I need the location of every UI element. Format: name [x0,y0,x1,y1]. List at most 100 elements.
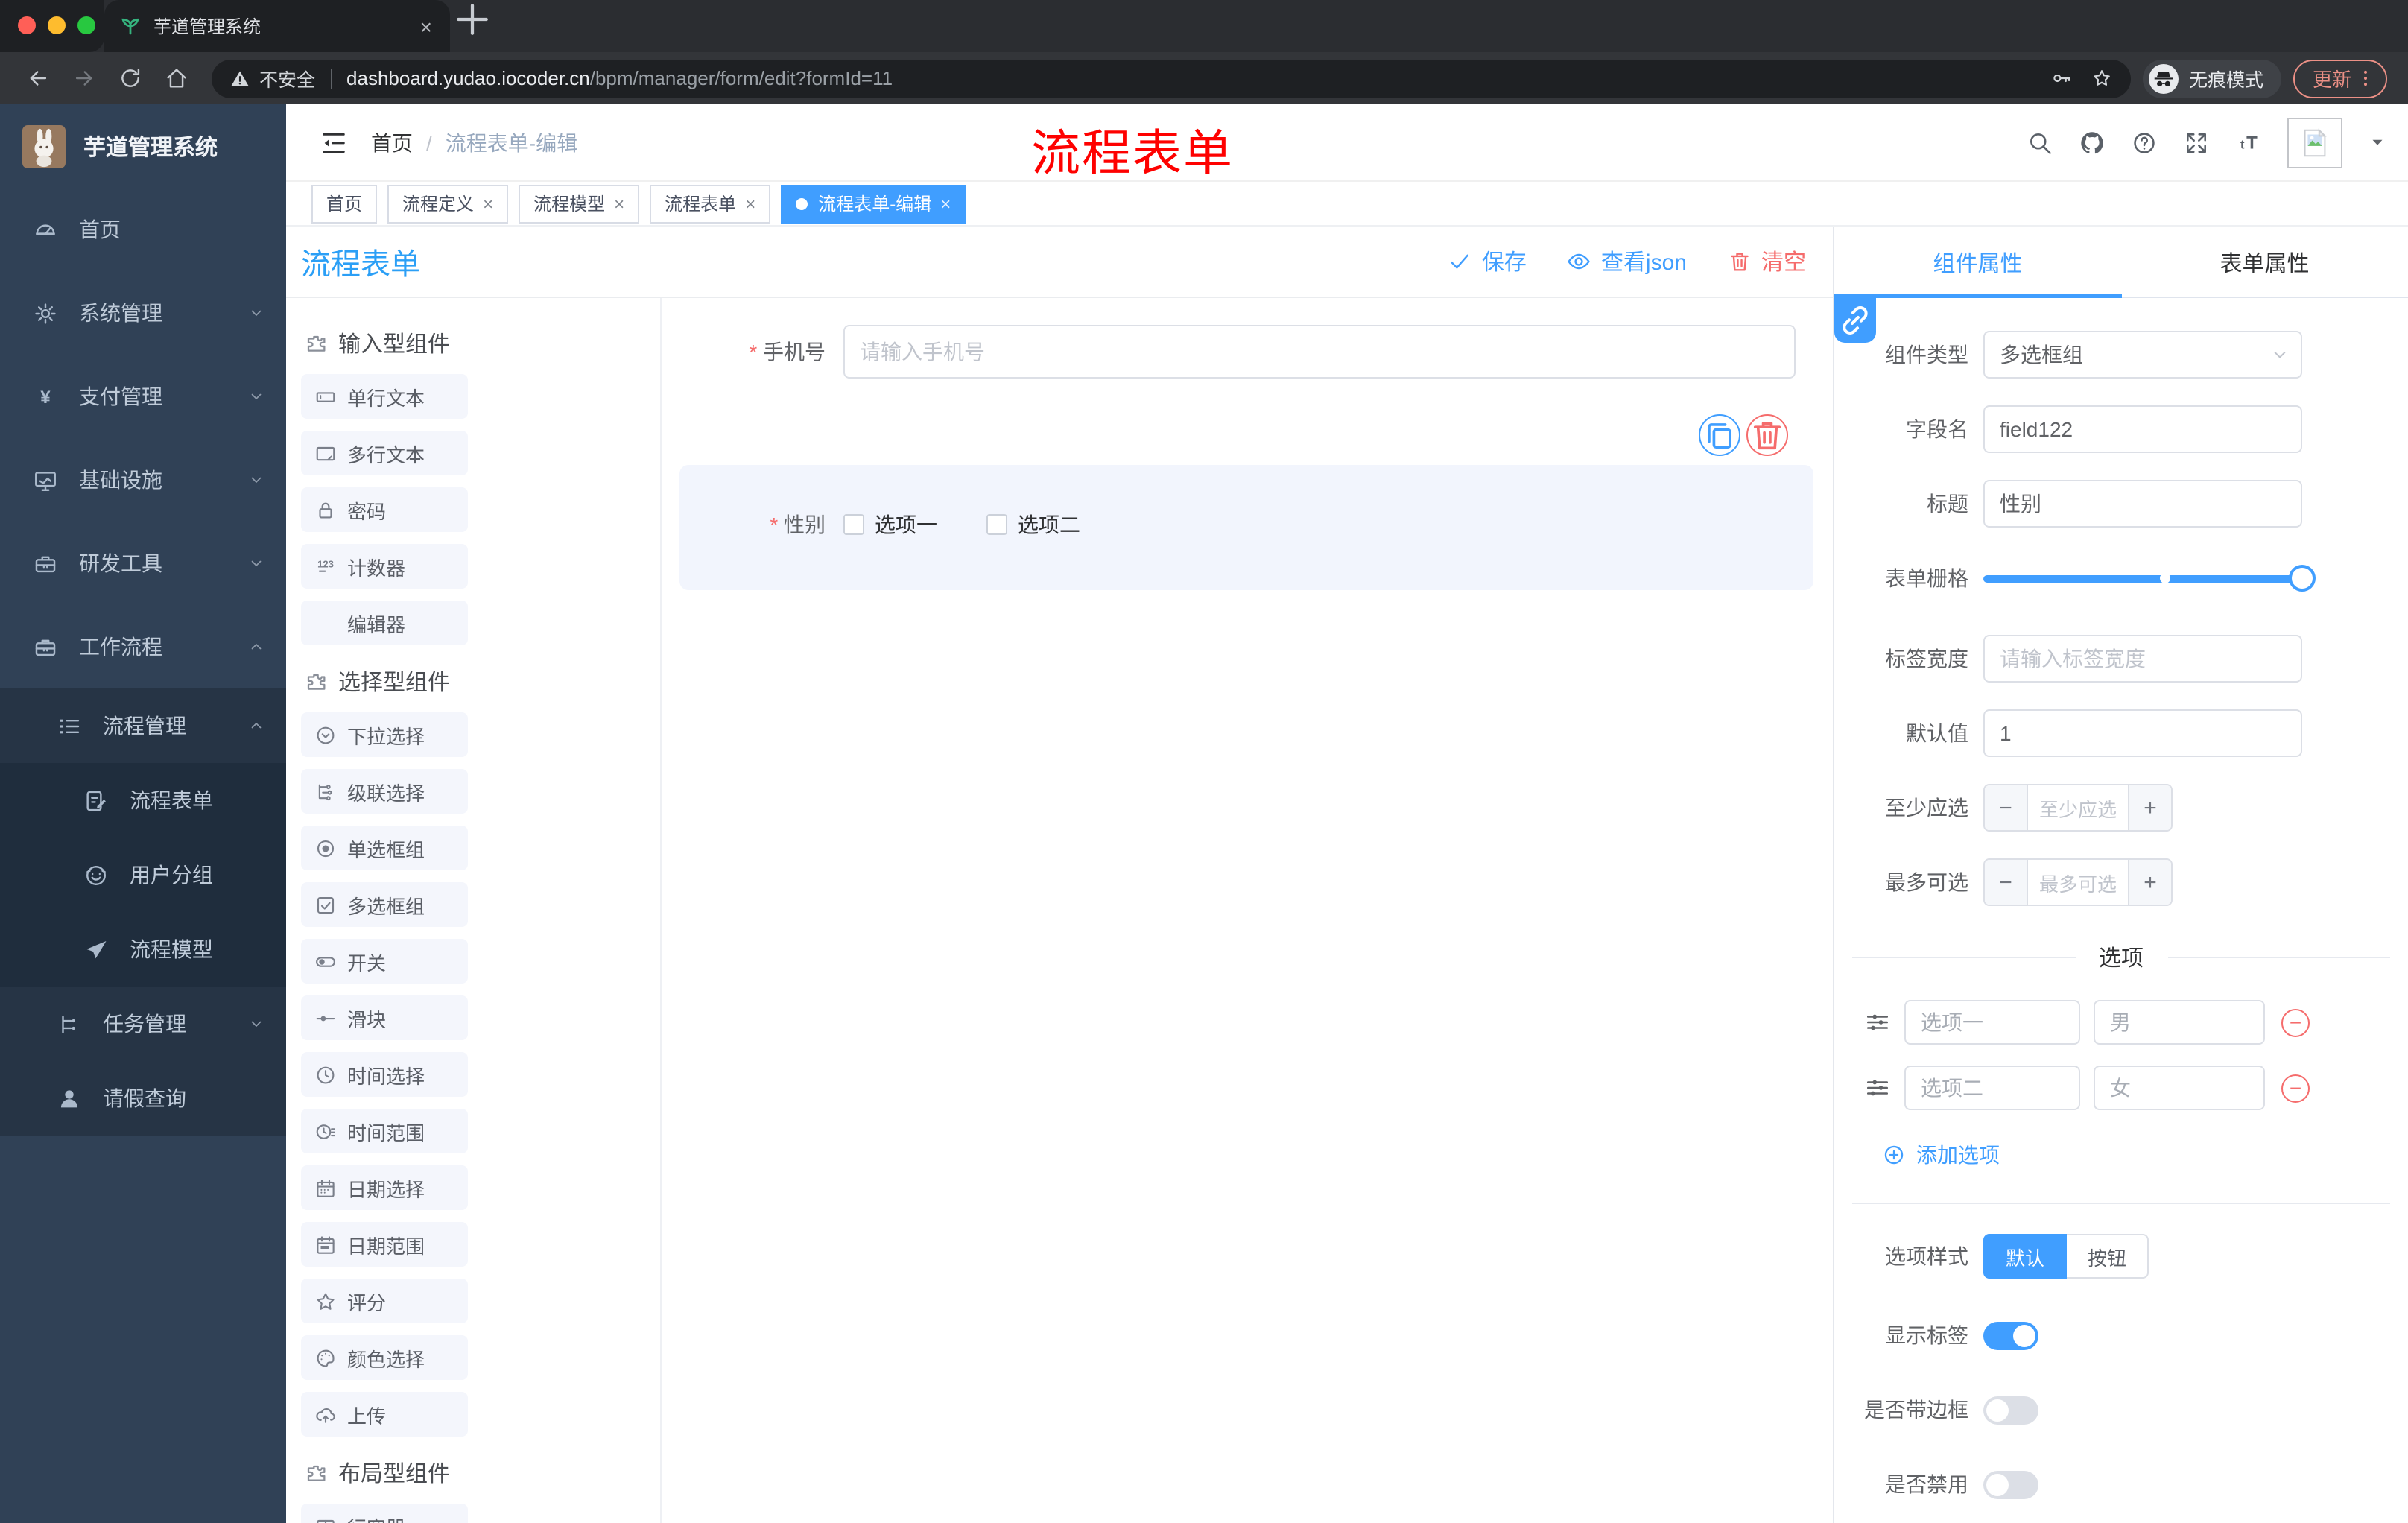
palette-item[interactable]: 下拉选择 [301,712,468,757]
close-icon[interactable]: × [940,193,951,214]
tag-view-2[interactable]: 流程定义 × [387,184,509,223]
forward-icon[interactable] [72,66,97,91]
palette-item[interactable]: 日期范围 [301,1222,468,1267]
canvas-field-gender-selected[interactable]: 性别 选项一 选项二 [679,414,1813,590]
link-badge[interactable] [1834,298,1876,343]
stepper-minus-icon[interactable]: − [1985,860,2028,905]
home-icon[interactable] [164,66,189,91]
max-checked-stepper[interactable]: − 最多可选 + [1983,858,2173,906]
avatar-caret-icon[interactable] [2368,133,2387,152]
palette-item[interactable]: 密码 [301,487,468,532]
clear-button[interactable]: 清空 [1727,246,1806,277]
option-style-default-button[interactable]: 默认 [1983,1234,2068,1279]
gender-checkbox-1[interactable]: 选项一 [843,510,937,539]
minimize-window-button[interactable] [48,16,66,34]
palette-item[interactable]: 编辑器 [301,601,468,645]
key-icon[interactable] [2050,67,2073,89]
save-button[interactable]: 保存 [1448,246,1527,277]
font-size-icon[interactable]: tT [2235,129,2262,156]
kebab-menu-icon[interactable] [2354,67,2377,89]
new-tab-button[interactable] [450,0,495,52]
tag-view-1[interactable]: 首页 [311,184,378,223]
tag-view-3[interactable]: 流程模型 × [519,184,640,223]
option-value-input[interactable]: 女 [2094,1066,2265,1110]
palette-item[interactable]: 上传 [301,1392,468,1437]
palette-item[interactable]: 多选框组 [301,882,468,927]
drag-handle-icon[interactable] [1864,1074,1891,1101]
palette-item[interactable]: 123 计数器 [301,544,468,589]
sidebar-item-1[interactable]: 首页 [0,188,286,271]
sidebar-item-8[interactable]: 流程表单 [0,763,286,838]
stepper-plus-icon[interactable]: + [2128,860,2171,905]
remove-option-button[interactable]: − [2281,1008,2310,1036]
collapse-menu-icon[interactable] [319,127,349,157]
palette-item[interactable]: 滑块 [301,995,468,1040]
stepper-plus-icon[interactable]: + [2128,785,2171,830]
palette-item[interactable]: 时间选择 [301,1052,468,1097]
tag-view-4[interactable]: 流程表单 × [650,184,771,223]
option-style-button-button[interactable]: 按钮 [2067,1234,2149,1279]
gender-checkbox-2[interactable]: 选项二 [986,510,1080,539]
label-width-input[interactable]: 请输入标签宽度 [1983,635,2302,683]
close-icon[interactable]: × [483,193,493,214]
fullscreen-icon[interactable] [2183,129,2210,156]
bookmark-star-icon[interactable] [2091,67,2113,89]
min-checked-stepper[interactable]: − 至少应选 + [1983,784,2173,832]
option-value-input[interactable]: 男 [2094,1000,2265,1045]
sidebar-item-7[interactable]: 流程管理 [0,688,286,763]
close-icon[interactable]: × [745,193,755,214]
palette-item[interactable]: 开关 [301,939,468,984]
zoom-window-button[interactable] [77,16,95,34]
search-icon[interactable] [2027,129,2053,156]
duplicate-component-button[interactable] [1699,414,1740,456]
sidebar-item-5[interactable]: 研发工具 [0,522,286,605]
palette-item[interactable]: 多行文本 [301,431,468,475]
palette-item[interactable]: 单行文本 [301,374,468,419]
form-canvas[interactable]: 手机号 请输入手机号 性别 选项一 选项二 [662,298,1833,1523]
slider-handle[interactable] [2289,565,2316,592]
github-icon[interactable] [2079,129,2106,156]
palette-item[interactable]: 时间范围 [301,1109,468,1153]
close-window-button[interactable] [18,16,36,34]
breadcrumb-home[interactable]: 首页 [371,127,413,157]
sidebar-item-2[interactable]: 系统管理 [0,271,286,355]
add-option-button[interactable]: 添加选项 [1882,1140,2408,1170]
back-icon[interactable] [25,66,51,91]
toggle-switch[interactable] [1983,1470,2038,1498]
reload-icon[interactable] [118,66,143,91]
sidebar-item-10[interactable]: 流程模型 [0,912,286,987]
sidebar-item-12[interactable]: 请假查询 [0,1061,286,1136]
sidebar-item-3[interactable]: ¥ 支付管理 [0,355,286,438]
stepper-minus-icon[interactable]: − [1985,785,2028,830]
toggle-switch[interactable] [1983,1396,2038,1424]
help-icon[interactable] [2131,129,2158,156]
sidebar-item-11[interactable]: 任务管理 [0,987,286,1061]
option-label-input[interactable]: 选项二 [1904,1066,2080,1110]
view-json-button[interactable]: 查看json [1567,246,1687,277]
tag-view-5[interactable]: 流程表单-编辑 × [781,184,966,223]
address-bar[interactable]: 不安全 dashboard.yudao.iocoder.cn /bpm/mana… [212,59,2131,98]
toggle-switch[interactable] [1983,1321,2038,1349]
phone-input[interactable]: 请输入手机号 [843,325,1796,379]
title-input[interactable]: 性别 [1983,480,2302,528]
tab-close-icon[interactable]: × [417,14,435,38]
palette-item[interactable]: 日期选择 [301,1165,468,1210]
avatar[interactable] [2287,117,2342,168]
remove-option-button[interactable]: − [2281,1074,2310,1102]
tab-form-props[interactable]: 表单属性 [2121,227,2408,298]
browser-tab[interactable]: 芋道管理系统 × [104,0,450,52]
checkbox-box[interactable] [986,514,1007,535]
grid-slider[interactable] [1983,554,2316,602]
default-value-input[interactable]: 1 [1983,709,2302,757]
field-name-input[interactable]: field122 [1983,405,2302,453]
palette-item[interactable]: 单选框组 [301,826,468,870]
option-label-input[interactable]: 选项一 [1904,1000,2080,1045]
sidebar-item-9[interactable]: 用户分组 [0,838,286,912]
delete-component-button[interactable] [1746,414,1788,456]
checkbox-box[interactable] [843,514,864,535]
sidebar-item-6[interactable]: 工作流程 [0,605,286,688]
sidebar-item-4[interactable]: 基础设施 [0,438,286,522]
not-secure-warning-icon[interactable] [229,68,250,89]
canvas-field-phone[interactable]: 手机号 请输入手机号 [679,325,1813,379]
palette-item[interactable]: 行容器 [301,1504,468,1523]
